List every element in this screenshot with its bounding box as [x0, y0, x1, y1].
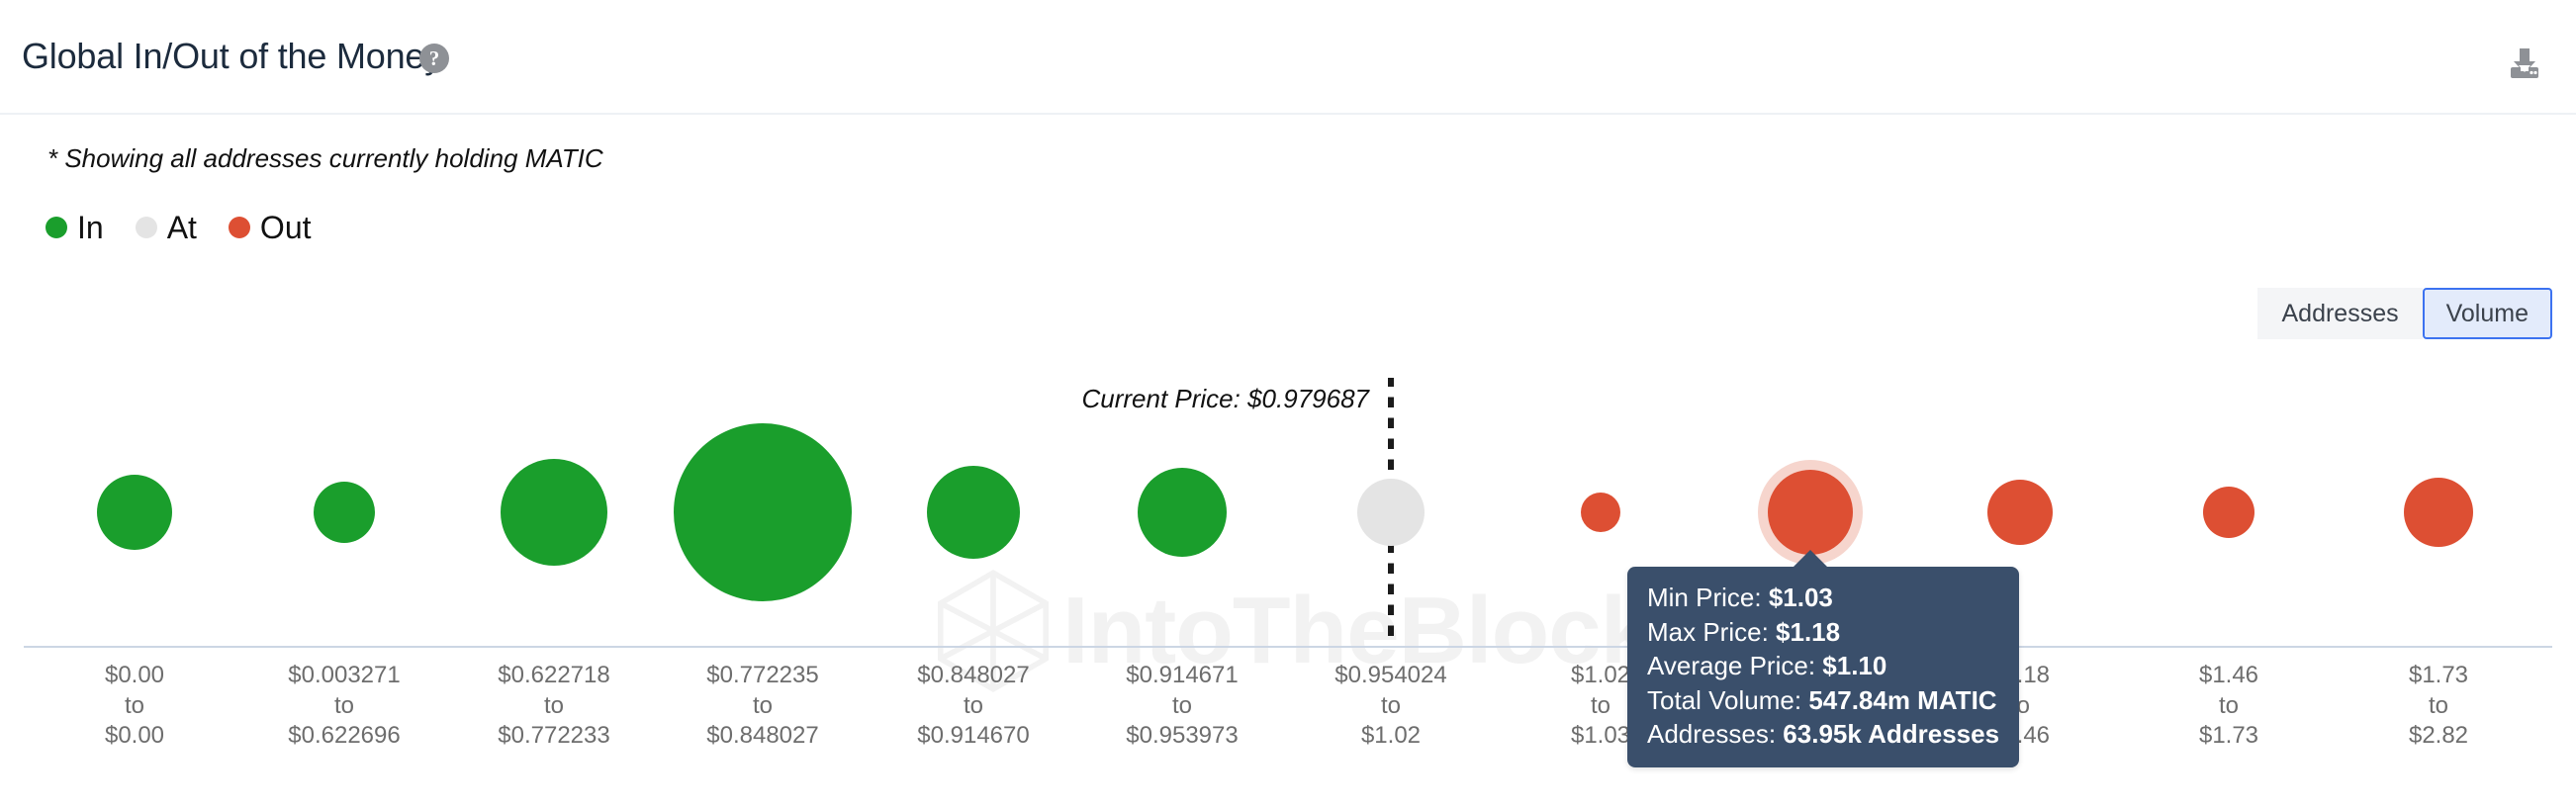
x-tick-label: $0.914671 to $0.953973	[1126, 662, 1239, 750]
bubble-out-11[interactable]	[2203, 487, 2254, 538]
bubble-in-3[interactable]	[501, 459, 607, 566]
tooltip-row: Average Price: $1.10	[1647, 649, 1999, 683]
legend-dot-out-icon	[228, 217, 250, 238]
tooltip-row-label: Min Price:	[1647, 583, 1769, 612]
bubble-out-8[interactable]	[1581, 493, 1620, 532]
bubble-in-6[interactable]	[1138, 468, 1227, 557]
x-tick-label: $0.622718 to $0.772233	[498, 662, 610, 750]
bubble-out-10[interactable]	[1987, 480, 2053, 545]
bubble-chart: IntoTheBlock Current Price: $0.979687 $0…	[0, 336, 2576, 809]
bubble-in-2[interactable]	[314, 482, 375, 543]
toggle-addresses-button[interactable]: Addresses	[2257, 288, 2423, 339]
toggle-volume-button[interactable]: Volume	[2422, 288, 2552, 339]
x-tick-label: $1.46 to $1.73	[2198, 662, 2259, 750]
tooltip-arrow	[1793, 550, 1828, 568]
bubble-out-12[interactable]	[2404, 478, 2473, 547]
tooltip-row: Min Price: $1.03	[1647, 581, 1999, 615]
widget-header: Global In/Out of the Money ?	[0, 0, 2576, 115]
x-tick-label: $0.954024 to $1.02	[1334, 662, 1447, 750]
metric-toggle-group: Addresses Volume	[2257, 288, 2552, 339]
tooltip-row-value: $1.03	[1768, 583, 1833, 612]
tooltip-row: Total Volume: 547.84m MATIC	[1647, 683, 1999, 718]
x-tick-label: $0.848027 to $0.914670	[917, 662, 1030, 750]
current-price-label: Current Price: $0.979687	[1081, 384, 1369, 413]
x-tick-label: $1.02 to $1.03	[1570, 662, 1631, 750]
x-axis-line	[24, 646, 2552, 648]
bubble-tooltip: Min Price: $1.03 Max Price: $1.18 Average …	[1627, 567, 2020, 767]
help-icon[interactable]: ?	[419, 44, 449, 73]
tooltip-row-label: Addresses:	[1647, 719, 1784, 750]
x-tick-label: $0.00 to $0.00	[104, 662, 165, 750]
tooltip-row-value: 63.95k Addresses	[1783, 719, 2000, 750]
global-in-out-of-the-money-widget: Global In/Out of the Money ? * Showing a…	[0, 0, 2576, 809]
x-tick-label: $0.003271 to $0.622696	[288, 662, 401, 750]
page-title: Global In/Out of the Money	[22, 36, 443, 76]
legend-item-out[interactable]: Out	[228, 210, 312, 245]
bubble-at-7[interactable]	[1357, 479, 1425, 546]
tooltip-row-label: Max Price:	[1647, 616, 1777, 647]
intotheblock-watermark: IntoTheBlock	[924, 562, 1653, 700]
bubble-out-9[interactable]	[1768, 470, 1853, 555]
tooltip-row-label: Total Volume:	[1647, 684, 1809, 715]
tooltip-row: Max Price: $1.18	[1647, 615, 1999, 650]
tooltip-row: Addresses: 63.95k Addresses	[1647, 717, 1999, 752]
bubble-in-5[interactable]	[927, 466, 1020, 559]
legend-label-in: In	[77, 210, 104, 245]
legend-label-at: At	[166, 210, 197, 245]
chart-note: * Showing all addresses currently holdin…	[47, 143, 603, 173]
legend-label-out: Out	[259, 210, 312, 245]
x-tick-label: $0.772235 to $0.848027	[706, 662, 819, 750]
tooltip-row-value: $1.18	[1776, 616, 1841, 647]
tooltip-row-value: $1.10	[1822, 651, 1887, 681]
legend-item-at[interactable]: At	[135, 210, 197, 245]
bubble-in-1[interactable]	[97, 475, 172, 550]
chart-legend: In At Out	[46, 212, 343, 243]
download-icon[interactable]	[2503, 42, 2546, 85]
legend-dot-at-icon	[135, 217, 157, 238]
bubble-in-4[interactable]	[674, 423, 852, 601]
tooltip-row-label: Average Price:	[1647, 651, 1823, 681]
x-tick-label: $1.73 to $2.82	[2408, 662, 2469, 750]
tooltip-row-value: 547.84m MATIC	[1808, 684, 1997, 715]
legend-dot-in-icon	[46, 217, 67, 238]
legend-item-in[interactable]: In	[46, 212, 104, 243]
